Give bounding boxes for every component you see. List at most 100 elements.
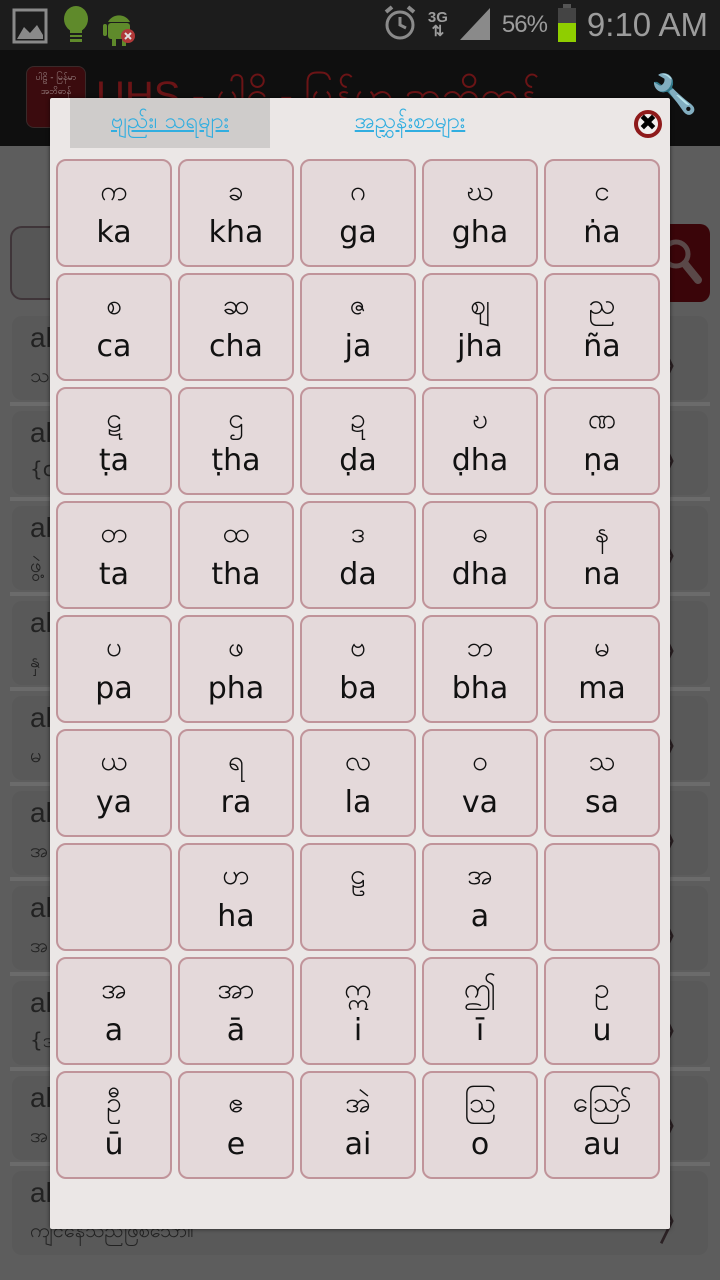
letter-key[interactable]: လ la xyxy=(300,729,416,837)
myanmar-letter: ပ xyxy=(106,630,122,663)
lightbulb-icon xyxy=(62,6,90,50)
entry-word: al xyxy=(30,1177,52,1208)
tab-abbreviations[interactable]: အညွှန်းစာများ xyxy=(320,98,500,148)
romanization: jha xyxy=(457,329,503,364)
letter-key[interactable]: ဩo xyxy=(422,1071,538,1179)
myanmar-letter: ဠ xyxy=(350,858,366,891)
letter-key[interactable]: စ ca xyxy=(56,273,172,381)
letter-key[interactable]: အa xyxy=(56,957,172,1065)
romanization: ṇa xyxy=(583,443,621,478)
myanmar-letter: ယ xyxy=(100,744,128,777)
letter-key[interactable]: အa xyxy=(422,843,538,951)
myanmar-letter: ဖ xyxy=(228,630,244,663)
letter-key[interactable]: ဗ ba xyxy=(300,615,416,723)
myanmar-letter: ဋ xyxy=(106,402,122,435)
close-button[interactable]: ✖ xyxy=(634,110,662,138)
romanization: ra xyxy=(220,785,252,820)
romanization: ta xyxy=(98,557,130,592)
myanmar-letter: ဍ xyxy=(350,402,366,435)
letter-key[interactable]: သ sa xyxy=(544,729,660,837)
gallery-icon xyxy=(12,7,50,49)
letter-key[interactable]: က ka xyxy=(56,159,172,267)
letter-key[interactable]: ဒ da xyxy=(300,501,416,609)
letter-key[interactable]: ဤī xyxy=(422,957,538,1065)
romanization: ha xyxy=(217,899,255,934)
myanmar-letter: ဓ xyxy=(472,516,488,549)
letter-key[interactable]: ဈ jha xyxy=(422,273,538,381)
letter-key[interactable]: ဣi xyxy=(300,957,416,1065)
letter-key[interactable]: တ ta xyxy=(56,501,172,609)
romanization: i xyxy=(353,1013,363,1048)
letter-key[interactable]: ဇ ja xyxy=(300,273,416,381)
letter-key[interactable]: ဏ ṇa xyxy=(544,387,660,495)
romanization: ma xyxy=(578,671,626,706)
myanmar-letter: ဟ xyxy=(222,858,250,891)
entry-word: al xyxy=(30,607,52,638)
romanization: ca xyxy=(96,329,132,364)
letter-key[interactable]: ဪ au xyxy=(544,1071,660,1179)
letter-key[interactable] xyxy=(544,843,660,951)
letter-key[interactable]: ပ pa xyxy=(56,615,172,723)
entry-definition: ဖွဲ့ xyxy=(30,553,42,577)
letter-key[interactable]: ဟ ha xyxy=(178,843,294,951)
entry-definition: မ xyxy=(30,743,42,767)
letter-key[interactable]: ဋ ṭa xyxy=(56,387,172,495)
romanization: ña xyxy=(583,329,621,364)
myanmar-letter: ဪ xyxy=(572,1086,632,1119)
myanmar-letter: အာ xyxy=(217,972,255,1005)
letter-key[interactable]: ဝ va xyxy=(422,729,538,837)
letter-key[interactable]: န na xyxy=(544,501,660,609)
letter-key[interactable]: ဖ pha xyxy=(178,615,294,723)
myanmar-letter: င xyxy=(594,174,610,207)
myanmar-letter: ဆ xyxy=(222,288,250,321)
letter-key[interactable]: အာ ā xyxy=(178,957,294,1065)
letter-key[interactable]: ဍ ḍa xyxy=(300,387,416,495)
letter-key[interactable]: ဂ ga xyxy=(300,159,416,267)
myanmar-letter: ဂ xyxy=(350,174,366,207)
myanmar-letter: ဏ xyxy=(587,402,617,435)
letter-key[interactable]: ဠ xyxy=(300,843,416,951)
entry-word: al xyxy=(30,797,52,828)
romanization: pha xyxy=(207,671,265,706)
myanmar-letter: သ xyxy=(588,744,616,777)
letter-key[interactable]: ယ ya xyxy=(56,729,172,837)
letter-key[interactable]: ဃ gha xyxy=(422,159,538,267)
myanmar-letter: ဩ xyxy=(464,1086,496,1119)
letter-key[interactable]: ဌ ṭha xyxy=(178,387,294,495)
myanmar-letter: ဈ xyxy=(470,288,490,321)
myanmar-letter: ဝ xyxy=(472,744,488,777)
android-debug-icon xyxy=(102,6,138,50)
tab-consonants-vowels[interactable]: ဗျည်း၊ သရများ xyxy=(70,98,270,148)
romanization: ū xyxy=(104,1127,124,1162)
letter-key[interactable]: ဦū xyxy=(56,1071,172,1179)
myanmar-letter: ဦ xyxy=(106,1086,122,1119)
letter-key[interactable]: ဎ ḍha xyxy=(422,387,538,495)
entry-definition: အ xyxy=(30,838,49,862)
romanization: cha xyxy=(209,329,263,364)
romanization: ga xyxy=(339,215,377,250)
letter-key[interactable] xyxy=(56,843,172,951)
network-type-indicator: 3G ⇅ xyxy=(427,9,448,40)
letter-key[interactable]: အဲ ai xyxy=(300,1071,416,1179)
letter-key[interactable]: ခ kha xyxy=(178,159,294,267)
letter-key[interactable]: ဆ cha xyxy=(178,273,294,381)
entry-definition: အ xyxy=(30,1123,49,1147)
myanmar-letter: လ xyxy=(344,744,372,777)
letter-key[interactable]: ဓ dha xyxy=(422,501,538,609)
letter-key[interactable]: ရ ra xyxy=(178,729,294,837)
letter-key[interactable]: မ ma xyxy=(544,615,660,723)
clock: 9:10 AM xyxy=(586,6,708,43)
letter-key[interactable]: ဧe xyxy=(178,1071,294,1179)
romanization: o xyxy=(470,1127,490,1162)
romanization: e xyxy=(226,1127,246,1162)
letter-key[interactable]: ဘ bha xyxy=(422,615,538,723)
entry-word: al xyxy=(30,892,52,923)
letter-key[interactable]: ည ña xyxy=(544,273,660,381)
letter-key[interactable]: ဥu xyxy=(544,957,660,1065)
letter-key[interactable]: ထ tha xyxy=(178,501,294,609)
myanmar-letter: ဃ xyxy=(466,174,494,207)
myanmar-letter: ရ xyxy=(227,744,245,777)
romanization: sa xyxy=(584,785,619,820)
letter-key[interactable]: င ṅa xyxy=(544,159,660,267)
myanmar-letter: ဗ xyxy=(350,630,366,663)
